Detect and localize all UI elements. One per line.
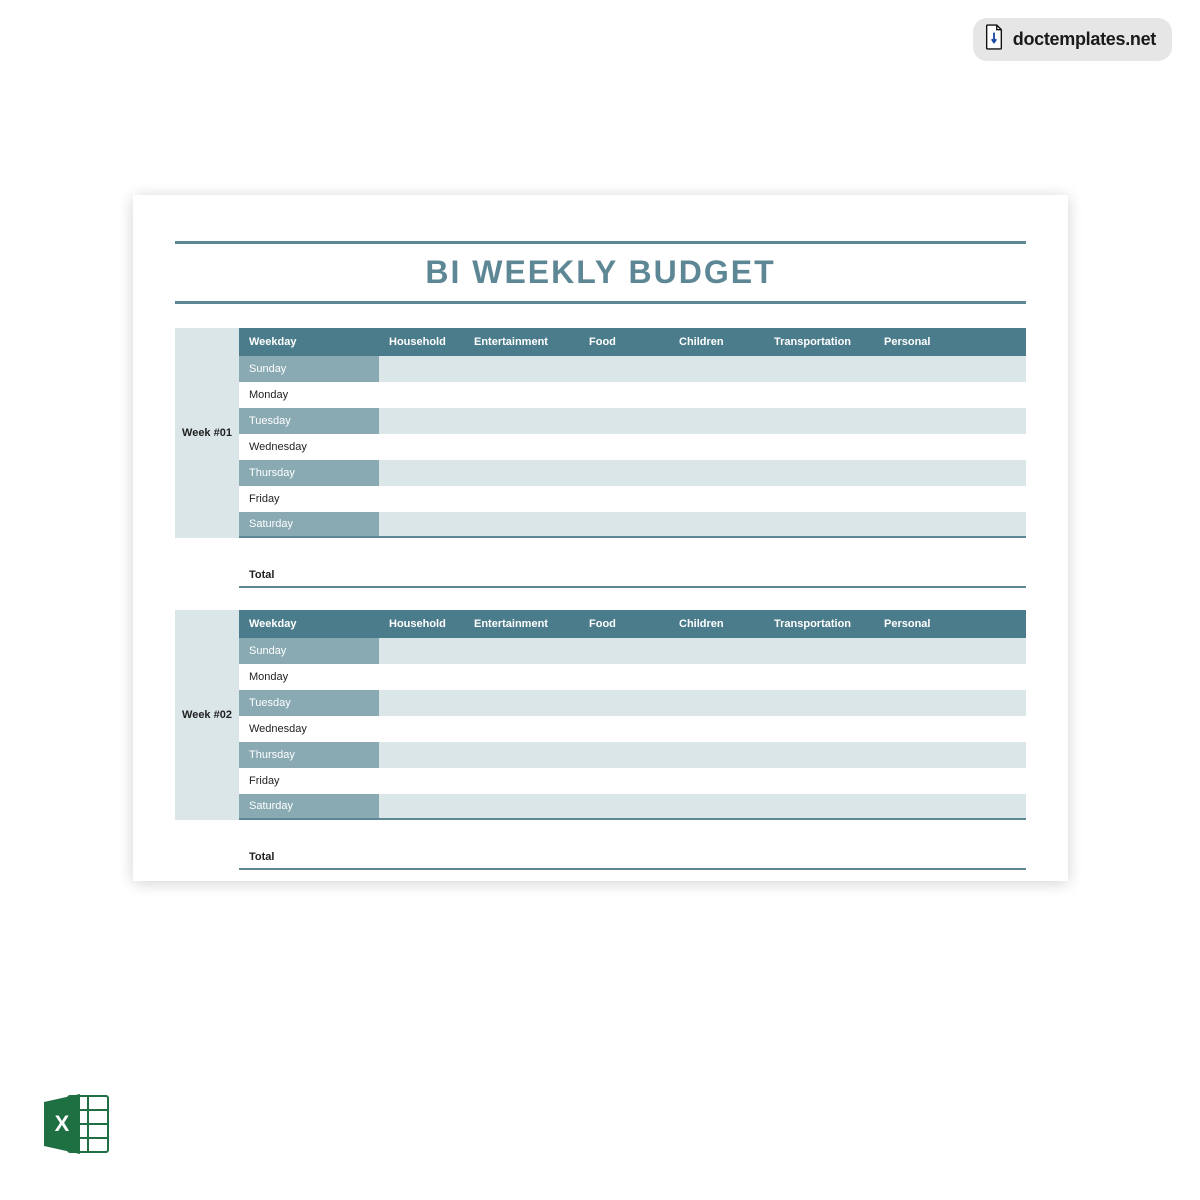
week-grid-1: Weekday Household Entertainment Food Chi…	[239, 328, 1026, 538]
day-cell: Wednesday	[239, 441, 379, 453]
week-block-2: Week #02 Weekday Household Entertainment…	[175, 610, 1026, 820]
total-label: Total	[239, 569, 379, 581]
table-row: Friday	[239, 768, 1026, 794]
table-row: Saturday	[239, 512, 1026, 538]
week-label-2: Week #02	[175, 610, 239, 820]
document-card: BI WEEKLY BUDGET Week #01 Weekday Househ…	[133, 195, 1068, 881]
svg-text:X: X	[55, 1111, 70, 1136]
table-row: Wednesday	[239, 434, 1026, 460]
total-row-1: Total	[239, 564, 1026, 588]
day-cell: Saturday	[239, 794, 379, 818]
table-row: Tuesday	[239, 408, 1026, 434]
day-cell: Sunday	[239, 638, 379, 664]
table-row: Sunday	[239, 638, 1026, 664]
total-label: Total	[239, 851, 379, 863]
table-row: Monday	[239, 382, 1026, 408]
day-cell: Wednesday	[239, 723, 379, 735]
day-cell: Saturday	[239, 512, 379, 536]
col-entertainment: Entertainment	[464, 618, 579, 630]
grid-header-1: Weekday Household Entertainment Food Chi…	[239, 328, 1026, 356]
table-row: Thursday	[239, 742, 1026, 768]
col-weekday: Weekday	[239, 336, 379, 348]
day-cell: Sunday	[239, 356, 379, 382]
table-row: Monday	[239, 664, 1026, 690]
col-personal: Personal	[874, 618, 964, 630]
doc-icon	[983, 24, 1005, 55]
col-entertainment: Entertainment	[464, 336, 579, 348]
grid-header-2: Weekday Household Entertainment Food Chi…	[239, 610, 1026, 638]
col-household: Household	[379, 618, 464, 630]
col-children: Children	[669, 618, 764, 630]
week-grid-2: Weekday Household Entertainment Food Chi…	[239, 610, 1026, 820]
table-row: Friday	[239, 486, 1026, 512]
brand-text: doctemplates.net	[1013, 29, 1156, 50]
col-weekday: Weekday	[239, 618, 379, 630]
excel-icon: X	[40, 1088, 112, 1160]
day-cell: Thursday	[239, 460, 379, 486]
day-cell: Thursday	[239, 742, 379, 768]
col-children: Children	[669, 336, 764, 348]
day-cell: Tuesday	[239, 408, 379, 434]
day-cell: Friday	[239, 493, 379, 505]
table-row: Thursday	[239, 460, 1026, 486]
brand-badge: doctemplates.net	[973, 18, 1172, 61]
table-row: Sunday	[239, 356, 1026, 382]
day-cell: Friday	[239, 775, 379, 787]
table-row: Saturday	[239, 794, 1026, 820]
week-block-1: Week #01 Weekday Household Entertainment…	[175, 328, 1026, 538]
title-rule-top	[175, 241, 1026, 244]
col-household: Household	[379, 336, 464, 348]
day-cell: Monday	[239, 671, 379, 683]
total-row-2: Total	[239, 846, 1026, 870]
col-food: Food	[579, 618, 669, 630]
day-cell: Tuesday	[239, 690, 379, 716]
col-food: Food	[579, 336, 669, 348]
title-rule-bottom	[175, 301, 1026, 304]
document-title: BI WEEKLY BUDGET	[175, 254, 1026, 291]
table-row: Wednesday	[239, 716, 1026, 742]
day-cell: Monday	[239, 389, 379, 401]
col-transportation: Transportation	[764, 336, 874, 348]
col-personal: Personal	[874, 336, 964, 348]
week-label-1: Week #01	[175, 328, 239, 538]
table-row: Tuesday	[239, 690, 1026, 716]
col-transportation: Transportation	[764, 618, 874, 630]
